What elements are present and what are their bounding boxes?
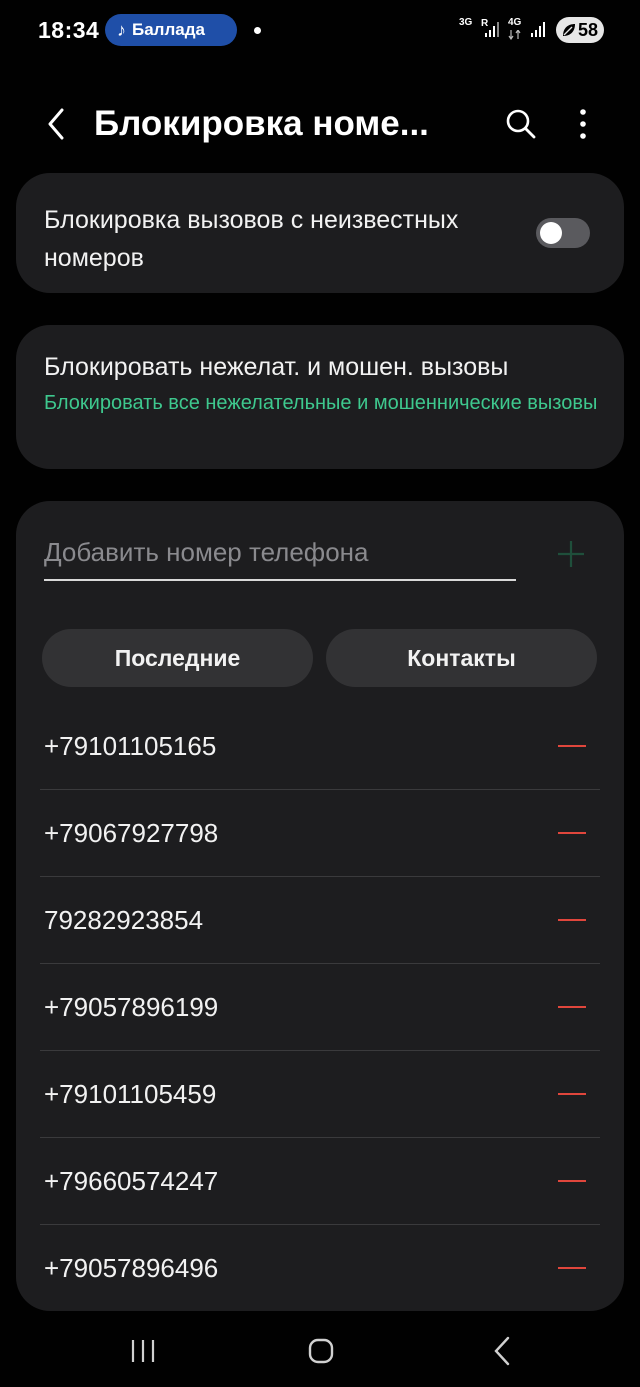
add-number-input[interactable]: Добавить номер телефона [44, 533, 516, 581]
remove-icon[interactable] [558, 820, 588, 846]
status-bar: 18:34 ♪ Баллада 3G R 4G 58 [0, 0, 640, 60]
phone-number: +79101105459 [44, 1079, 217, 1109]
list-item: +79101105165 [40, 703, 600, 790]
media-label: Баллада [132, 20, 205, 39]
nav-back-icon[interactable] [488, 1335, 516, 1367]
toggle-knob [540, 222, 562, 244]
list-item: +79660574247 [40, 1138, 600, 1225]
unknown-callers-toggle[interactable] [536, 218, 590, 248]
power-saving-leaf-icon [563, 24, 575, 36]
spam-block-card[interactable]: Блокировать нежелат. и мошен. вызовы Бло… [16, 325, 624, 469]
back-button[interactable] [38, 104, 74, 144]
data-arrows-icon [508, 30, 521, 40]
music-note-icon: ♪ [117, 19, 126, 40]
page-title: Блокировка номе... [94, 104, 429, 143]
recent-apps-icon[interactable] [128, 1338, 158, 1364]
list-item: +79101105459 [40, 1051, 600, 1138]
list-item: +79057896496 [40, 1225, 600, 1312]
remove-icon[interactable] [558, 1168, 588, 1194]
phone-number: +79067927798 [44, 818, 219, 848]
unknown-callers-label: Блокировка вызовов с неизвестных номеров [44, 206, 459, 272]
phone-number: +79101105165 [44, 731, 217, 761]
more-options-icon[interactable] [568, 106, 598, 142]
home-icon[interactable] [306, 1336, 336, 1366]
remove-icon[interactable] [558, 994, 588, 1020]
media-pill[interactable]: ♪ Баллада [105, 14, 237, 46]
phone-number: +79057896496 [44, 1253, 219, 1283]
phone-number: 79282923854 [44, 905, 204, 935]
search-icon[interactable] [503, 106, 539, 142]
spam-block-subtitle: Блокировать все нежелательные и мошеннич… [44, 392, 598, 414]
app-bar: Блокировка номе... [0, 90, 640, 160]
notification-dot-icon [254, 27, 261, 34]
spam-block-title: Блокировать нежелат. и мошен. вызовы [44, 353, 509, 381]
list-item: 79282923854 [40, 877, 600, 964]
remove-icon[interactable] [558, 1081, 588, 1107]
list-item: +79057896199 [40, 964, 600, 1051]
network-4g-label: 4G [508, 17, 522, 28]
blocked-numbers-list: +79101105165 +79067927798 79282923854 +7… [40, 703, 600, 1312]
add-icon[interactable] [556, 539, 586, 569]
list-item: +79067927798 [40, 790, 600, 877]
remove-icon[interactable] [558, 1255, 588, 1281]
battery-level: 58 [577, 19, 598, 40]
phone-number: +79660574247 [44, 1166, 219, 1196]
remove-icon[interactable] [558, 907, 588, 933]
navigation-bar [0, 1318, 640, 1387]
network-3g-label: 3G [459, 17, 473, 28]
battery-indicator: 58 [556, 17, 604, 43]
contacts-button[interactable]: Контакты [326, 629, 597, 687]
phone-number: +79057896199 [44, 992, 219, 1022]
blocked-numbers-card: Добавить номер телефона Последние Контак… [16, 501, 624, 1311]
signal-icon [485, 22, 499, 37]
signal-icon-2 [531, 22, 545, 37]
status-time: 18:34 [38, 17, 100, 43]
unknown-callers-card[interactable]: Блокировка вызовов с неизвестных номеров [16, 173, 624, 293]
remove-icon[interactable] [558, 733, 588, 759]
recent-button[interactable]: Последние [42, 629, 313, 687]
screen: 18:34 ♪ Баллада 3G R 4G 58 Блокировка но… [0, 0, 640, 1387]
